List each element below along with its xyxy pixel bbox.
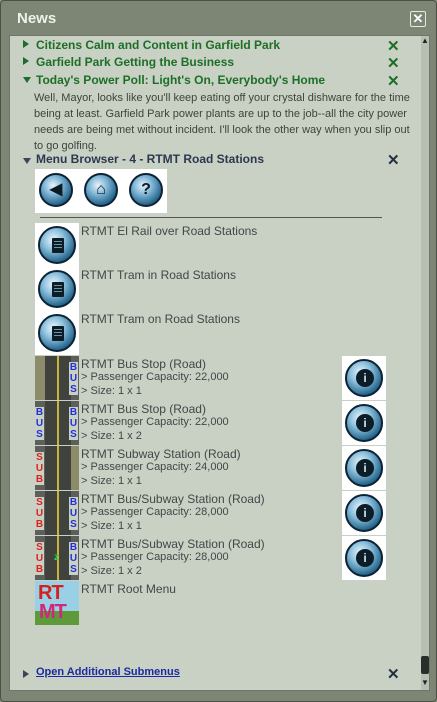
help-button[interactable]: ? xyxy=(129,173,163,207)
expand-arrow-icon[interactable] xyxy=(23,670,29,678)
collapse-arrow-icon[interactable] xyxy=(23,77,31,83)
passenger-capacity: > Passenger Capacity: 22,000 xyxy=(81,416,229,428)
window-title: News xyxy=(17,10,57,27)
menu-navigation: ◀ ⌂ ? xyxy=(35,169,167,213)
passenger-capacity: > Passenger Capacity: 28,000 xyxy=(81,551,229,563)
dismiss-news-1-button[interactable]: ✕ xyxy=(387,39,400,54)
info-icon[interactable]: i xyxy=(356,414,374,432)
menu-item-label[interactable]: RTMT Subway Station (Road) xyxy=(81,447,241,461)
logo-bottom-text: MT xyxy=(39,601,67,623)
info-button[interactable]: i xyxy=(342,401,386,445)
sub-label: SUB xyxy=(35,497,44,530)
menu-item-label[interactable]: RTMT Bus/Subway Station (Road) xyxy=(81,492,265,506)
menu-browser-title[interactable]: Menu Browser - 4 - RTMT Road Stations xyxy=(36,152,264,166)
scrollbar-thumb[interactable] xyxy=(421,656,429,674)
menu-item-label[interactable]: RTMT Bus Stop (Road) xyxy=(81,402,206,416)
info-icon[interactable]: i xyxy=(356,504,374,522)
dismiss-news-2-button[interactable]: ✕ xyxy=(387,56,400,71)
lot-size: > Size: 1 x 2 xyxy=(81,430,142,442)
lot-size: > Size: 1 x 1 xyxy=(81,475,142,487)
title-bar[interactable]: News ✕ xyxy=(1,1,436,35)
info-button[interactable]: i xyxy=(342,491,386,535)
info-button[interactable]: i xyxy=(342,536,386,580)
bus-label: BUS xyxy=(69,407,78,440)
submenu-icon[interactable] xyxy=(35,223,79,267)
rtmt-logo-icon[interactable]: RT MT xyxy=(35,581,79,625)
bus-subway-1x1-icon[interactable]: SUB BUS xyxy=(35,491,79,535)
back-button[interactable]: ◀ xyxy=(39,173,73,207)
dismiss-news-3-button[interactable]: ✕ xyxy=(387,74,400,89)
lot-size: > Size: 1 x 2 xyxy=(81,565,142,577)
bus-label: BUS xyxy=(69,497,78,530)
info-button[interactable]: i xyxy=(342,446,386,490)
news-window: News ✕ Citizens Calm and Content in Garf… xyxy=(0,0,437,702)
menu-item-label[interactable]: RTMT Bus/Subway Station (Road) xyxy=(81,537,265,551)
scroll-up-arrow-icon[interactable]: ▲ xyxy=(421,36,429,46)
dismiss-footer-button[interactable]: ✕ xyxy=(387,667,400,682)
submenu-icon[interactable] xyxy=(35,267,79,311)
lot-size: > Size: 1 x 1 xyxy=(81,520,142,532)
bus-subway-1x2-icon[interactable]: SUB BUS z xyxy=(35,536,79,580)
menu-item-label[interactable]: RTMT El Rail over Road Stations xyxy=(81,224,257,238)
menu-item-label[interactable]: RTMT Root Menu xyxy=(81,582,176,596)
info-icon[interactable]: i xyxy=(356,549,374,567)
bus-stop-1x1-icon[interactable]: BUS xyxy=(35,356,79,400)
z-mark: z xyxy=(54,552,59,563)
scroll-down-arrow-icon[interactable]: ▼ xyxy=(421,678,429,688)
news-panel: Citizens Calm and Content in Garfield Pa… xyxy=(9,35,430,691)
info-icon[interactable]: i xyxy=(356,369,374,387)
menu-item-label[interactable]: RTMT Tram on Road Stations xyxy=(81,312,240,326)
expand-arrow-icon[interactable] xyxy=(23,40,29,48)
passenger-capacity: > Passenger Capacity: 28,000 xyxy=(81,506,229,518)
open-submenus-link[interactable]: Open Additional Submenus xyxy=(36,666,180,678)
bus-label: BUS xyxy=(35,407,44,440)
news-headline[interactable]: Citizens Calm and Content in Garfield Pa… xyxy=(36,38,280,52)
sub-label: SUB xyxy=(35,542,44,575)
news-headline[interactable]: Today's Power Poll: Light's On, Everybod… xyxy=(36,73,325,87)
passenger-capacity: > Passenger Capacity: 24,000 xyxy=(81,461,229,473)
passenger-capacity: > Passenger Capacity: 22,000 xyxy=(81,371,229,383)
home-button[interactable]: ⌂ xyxy=(84,173,118,207)
news-body-text: Well, Mayor, looks like you'll keep eati… xyxy=(34,92,410,152)
bus-label: BUS xyxy=(69,542,78,575)
expand-arrow-icon[interactable] xyxy=(23,57,29,65)
window-close-button[interactable]: ✕ xyxy=(410,11,426,27)
info-button[interactable]: i xyxy=(342,356,386,400)
divider xyxy=(40,217,382,218)
scrollbar-track[interactable] xyxy=(421,36,429,690)
bus-stop-1x2-icon[interactable]: BUS BUS xyxy=(35,401,79,445)
dismiss-menu-browser-button[interactable]: ✕ xyxy=(387,153,400,168)
menu-item-label[interactable]: RTMT Tram in Road Stations xyxy=(81,268,236,282)
submenu-icon[interactable] xyxy=(35,311,79,355)
bus-label: BUS xyxy=(69,362,78,395)
news-headline[interactable]: Garfield Park Getting the Business xyxy=(36,55,234,69)
subway-station-icon[interactable]: SUB xyxy=(35,446,79,490)
sub-label: SUB xyxy=(35,452,44,485)
collapse-arrow-icon[interactable] xyxy=(23,158,31,164)
lot-size: > Size: 1 x 1 xyxy=(81,385,142,397)
info-icon[interactable]: i xyxy=(356,459,374,477)
menu-item-label[interactable]: RTMT Bus Stop (Road) xyxy=(81,357,206,371)
